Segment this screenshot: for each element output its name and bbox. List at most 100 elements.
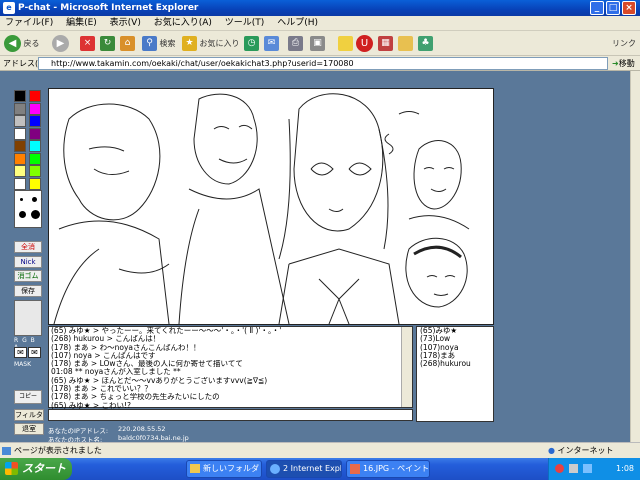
copy-button[interactable]: コピー xyxy=(14,390,42,404)
drawing-canvas[interactable] xyxy=(48,88,494,325)
history-icon: ◷ xyxy=(244,36,259,51)
refresh-button[interactable]: ↻ xyxy=(100,34,115,53)
chat-log: (65) みゆ★ > やったーー。来てくれたーー〜〜〜'・。・'( Ⅱ )'・。… xyxy=(48,326,413,409)
home-button[interactable]: ⌂ xyxy=(120,34,135,53)
menu-help[interactable]: ヘルプ(H) xyxy=(272,16,323,31)
palette-swatch[interactable] xyxy=(29,115,41,127)
menu-file[interactable]: ファイル(F) xyxy=(0,16,58,31)
palette-swatch[interactable] xyxy=(29,90,41,102)
taskbar-item-folder[interactable]: 新しいフォルダ xyxy=(186,460,262,478)
palette-swatch[interactable] xyxy=(29,165,41,177)
print-icon: ⎙ xyxy=(288,36,303,51)
minimize-button[interactable]: _ xyxy=(590,1,604,15)
messenger-button[interactable]: ▦ xyxy=(378,34,393,53)
nick-button[interactable]: Nick xyxy=(14,256,42,268)
brush-xlarge-icon[interactable] xyxy=(31,210,40,219)
page-icon xyxy=(2,447,11,455)
host-value: baldc0f0734.bai.ne.jp xyxy=(118,434,189,442)
folder-button[interactable] xyxy=(398,34,413,53)
mail-small-icon-2[interactable]: ✉ xyxy=(28,347,41,358)
filter-button[interactable]: フィルタ xyxy=(14,409,44,421)
user-item[interactable]: (268)hukurou xyxy=(417,359,493,368)
stop-button[interactable]: × xyxy=(80,34,95,53)
folder-icon xyxy=(190,464,200,473)
palette-swatch[interactable] xyxy=(14,140,26,152)
palette-swatch[interactable] xyxy=(14,115,26,127)
links-label[interactable]: リンク xyxy=(612,34,636,53)
toolbar: ◀ 戻る ▶ × ↻ ⌂ ⚲ 検索 ★ お気に入り ◷ ✉ ⎙ ▣ U ▦ ♣ … xyxy=(0,31,640,56)
zone-indicator: ● インターネット xyxy=(548,446,614,455)
network-icon[interactable] xyxy=(583,464,592,473)
ie-icon: e xyxy=(3,2,15,14)
eraser-button[interactable]: 消ゴム xyxy=(14,270,42,282)
palette-swatch[interactable] xyxy=(29,152,41,165)
palette-swatch[interactable] xyxy=(29,177,41,190)
palette-swatch[interactable] xyxy=(14,90,26,102)
leave-button[interactable]: 退室 xyxy=(14,423,44,435)
maximize-button[interactable]: □ xyxy=(606,1,620,15)
brush-medium-icon[interactable] xyxy=(32,197,37,202)
favorites-button[interactable]: ★ お気に入り xyxy=(182,34,240,53)
back-button[interactable]: ◀ 戻る xyxy=(4,34,40,53)
brush-large-icon[interactable] xyxy=(19,211,26,218)
edit-icon: ▣ xyxy=(310,36,325,51)
print-button[interactable]: ⎙ xyxy=(288,34,303,53)
chat-message: (107) noya > こんばんはです xyxy=(51,351,156,360)
palette-swatch[interactable] xyxy=(14,177,26,190)
folder-icon xyxy=(398,36,413,51)
menu-favorites[interactable]: お気に入り(A) xyxy=(149,16,217,31)
menu-bar: ファイル(F) 編集(E) 表示(V) お気に入り(A) ツール(T) ヘルプ(… xyxy=(0,16,640,31)
globe-icon: ● xyxy=(548,446,555,455)
status-bar: ページが表示されました ● インターネット xyxy=(0,442,640,458)
stop-icon: × xyxy=(80,36,95,51)
history-button[interactable]: ◷ xyxy=(244,34,259,53)
menu-view[interactable]: 表示(V) xyxy=(105,16,146,31)
menu-edit[interactable]: 編集(E) xyxy=(61,16,102,31)
note-icon xyxy=(338,36,353,51)
ime-icon[interactable] xyxy=(555,464,564,473)
chat-scrollbar[interactable] xyxy=(401,327,412,407)
taskbar-item-paint[interactable]: 16.JPG - ペイント xyxy=(346,460,430,478)
chat-message: (178) まあ > これでいい？？ xyxy=(51,385,152,394)
palette-swatch[interactable] xyxy=(14,102,26,115)
search-button[interactable]: ⚲ 検索 xyxy=(142,34,176,53)
chat-message: (65) みゆ★ > やったーー。来てくれたーー〜〜〜'・。・'( Ⅱ )'・。… xyxy=(51,327,282,335)
paint-icon xyxy=(350,464,360,474)
palette-swatch[interactable] xyxy=(29,102,41,115)
palette-swatch[interactable] xyxy=(29,127,41,140)
mail-button[interactable]: ✉ xyxy=(264,34,279,53)
save-button[interactable]: 保存 xyxy=(14,285,42,297)
home-icon: ⌂ xyxy=(120,36,135,51)
chat-message: (65) みゆ★ > ほんとだ〜〜vvありがとうございますvvv(≧∇≦) xyxy=(51,376,268,385)
ie-icon xyxy=(270,464,280,474)
mail-small-icon[interactable]: ✉ xyxy=(14,347,27,358)
people-button[interactable]: ♣ xyxy=(418,34,433,53)
chat-message: (178) まあ > わ〜noyaさんこんばんわ！！ xyxy=(51,343,201,352)
brush-small-icon[interactable] xyxy=(20,198,23,201)
menu-tools[interactable]: ツール(T) xyxy=(220,16,270,31)
chat-message: (268) hukurou > こんばんは！ xyxy=(51,335,161,344)
start-button[interactable]: スタート xyxy=(0,458,72,480)
vertical-scrollbar[interactable] xyxy=(630,71,640,442)
tray-icon[interactable] xyxy=(569,464,578,473)
go-arrow-icon: ➜ xyxy=(612,59,619,68)
forward-arrow-icon: ▶ xyxy=(52,35,69,52)
rgba-sliders[interactable] xyxy=(14,300,42,336)
go-button[interactable]: ➜移動 xyxy=(612,58,635,69)
brush-size-panel[interactable] xyxy=(14,190,42,228)
url-input[interactable]: http://www.takamin.com/oekaki/chat/user/… xyxy=(38,57,608,70)
edit-button[interactable]: ▣ xyxy=(310,34,325,53)
message-input[interactable] xyxy=(48,409,413,421)
clear-button[interactable]: 全消 xyxy=(14,241,42,253)
addon-button[interactable]: U xyxy=(356,34,373,53)
note-button[interactable] xyxy=(338,34,353,53)
palette-swatch[interactable] xyxy=(29,140,41,152)
taskbar-item-ie[interactable]: 2 Internet Expl... xyxy=(266,460,342,478)
palette-swatch[interactable] xyxy=(14,127,26,140)
system-tray: 1:08 xyxy=(548,458,640,480)
close-button[interactable]: × xyxy=(622,1,636,15)
palette-swatch[interactable] xyxy=(14,152,26,165)
forward-button[interactable]: ▶ xyxy=(52,34,69,53)
palette-swatch[interactable] xyxy=(14,165,26,177)
mail-icon: ✉ xyxy=(264,36,279,51)
